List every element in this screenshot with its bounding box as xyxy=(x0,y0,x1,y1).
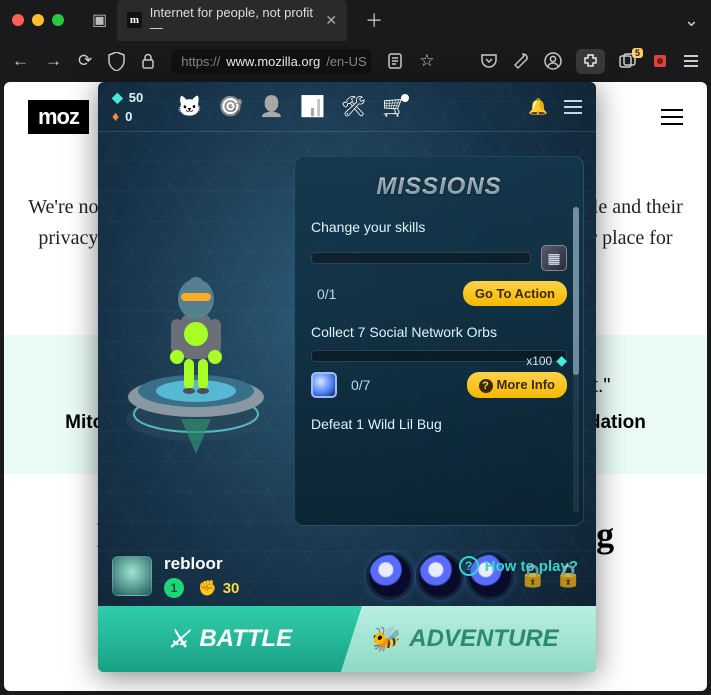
adventure-label: ADVENTURE xyxy=(409,625,558,653)
browser-tab[interactable]: m Internet for people, not profit — ✕ xyxy=(117,0,347,41)
sidebar-icon[interactable]: ▣ xyxy=(92,10,107,30)
player-avatar[interactable] xyxy=(112,556,152,596)
shop-icon[interactable]: 🛒 xyxy=(382,94,407,119)
adventure-button[interactable]: 🐝 ADVENTURE xyxy=(332,606,596,672)
window-close[interactable] xyxy=(12,14,24,26)
player-name: rebloor xyxy=(164,554,239,574)
mission-item: Change your skills ▦ 0/1 Go To Action xyxy=(311,219,567,306)
url-host: www.mozilla.org xyxy=(226,54,320,69)
missions-title: MISSIONS xyxy=(311,173,567,201)
mission-title: Defeat 1 Wild Lil Bug xyxy=(311,416,567,432)
bell-icon[interactable]: 🔔 xyxy=(528,97,548,117)
mission-title: Change your skills xyxy=(311,219,567,235)
lock-icon: 🔒 xyxy=(555,563,582,589)
tabs-menu-icon[interactable]: ⌄ xyxy=(684,10,699,31)
battle-label: BATTLE xyxy=(199,625,292,653)
diamond-icon: ♦ xyxy=(112,108,119,124)
game-overlay: ◆ 50 ♦ 0 🐱 🎯 👤 📊 🛠 🛒 🔔 xyxy=(98,82,596,672)
container-icon[interactable] xyxy=(619,53,637,69)
gem-icon: ◆ xyxy=(112,89,123,106)
window-zoom[interactable] xyxy=(52,14,64,26)
cat-icon[interactable]: 🐱 xyxy=(177,94,202,119)
lock-icon[interactable] xyxy=(141,53,155,69)
url-path: /en-US xyxy=(326,54,366,69)
mission-progress: 0/1 xyxy=(317,286,336,302)
missions-scrollbar[interactable] xyxy=(573,207,579,513)
shield-icon[interactable] xyxy=(108,52,125,71)
mission-progress: 0/7 xyxy=(351,377,370,393)
mission-item: Collect 7 Social Network Orbs x100◆ 0/7 … xyxy=(311,324,567,398)
overlay-menu-icon[interactable] xyxy=(564,100,582,114)
fist-icon: ✊ xyxy=(198,579,217,597)
battle-button[interactable]: ⚔ BATTLE xyxy=(98,606,362,672)
moon-slot[interactable] xyxy=(369,555,411,597)
addon-icon[interactable] xyxy=(651,52,669,70)
address-bar[interactable]: https:// www.mozilla.org/en-US xyxy=(171,49,371,74)
missions-panel: MISSIONS Change your skills ▦ 0/1 Go To … xyxy=(294,156,584,526)
url-protocol: https:// xyxy=(181,54,220,69)
mission-progress-bar xyxy=(311,252,531,264)
moon-slot[interactable] xyxy=(419,555,461,597)
close-tab-icon[interactable]: ✕ xyxy=(325,12,337,29)
reward-box-icon: ▦ xyxy=(541,245,567,271)
go-to-action-button[interactable]: Go To Action xyxy=(463,281,567,306)
mission-item: Defeat 1 Wild Lil Bug xyxy=(311,416,567,432)
gem-count: 50 xyxy=(129,90,143,105)
bookmark-icon[interactable]: ☆ xyxy=(419,51,434,71)
tab-title: Internet for people, not profit — xyxy=(150,5,314,35)
window-minimize[interactable] xyxy=(32,14,44,26)
tools-icon[interactable] xyxy=(512,52,530,70)
mozilla-logo[interactable]: moz xyxy=(28,100,89,134)
tab-favicon: m xyxy=(127,12,142,28)
mission-title: Collect 7 Social Network Orbs xyxy=(311,324,567,340)
extensions-icon[interactable] xyxy=(576,49,605,74)
reload-icon[interactable]: ⟳ xyxy=(78,51,92,71)
target-icon[interactable]: 🎯 xyxy=(218,94,243,119)
orb-icon xyxy=(311,372,337,398)
avatar-display xyxy=(98,132,293,546)
site-menu-icon[interactable] xyxy=(661,109,683,125)
bee-icon: 🐝 xyxy=(369,625,399,654)
lock-icon: 🔒 xyxy=(519,563,546,589)
profile-icon[interactable]: 👤 xyxy=(259,94,284,119)
reader-icon[interactable] xyxy=(387,53,403,69)
pocket-icon[interactable] xyxy=(480,53,498,69)
back-icon[interactable]: ← xyxy=(12,51,29,71)
app-menu-icon[interactable] xyxy=(683,54,699,68)
leaderboard-icon[interactable]: 📊 xyxy=(300,94,325,119)
account-icon[interactable] xyxy=(544,52,562,70)
new-tab-icon[interactable]: ＋ xyxy=(365,7,383,33)
diamond-count: 0 xyxy=(125,109,132,124)
tools-game-icon[interactable]: 🛠 xyxy=(341,94,366,119)
more-info-button[interactable]: More Info xyxy=(467,372,568,398)
mission-reward-tag: x100◆ xyxy=(526,352,567,369)
player-level: 1 xyxy=(164,578,184,598)
shop-badge xyxy=(401,94,409,102)
forward-icon[interactable]: → xyxy=(45,51,62,71)
swords-icon: ⚔ xyxy=(168,625,190,654)
player-power: 30 xyxy=(223,580,240,597)
